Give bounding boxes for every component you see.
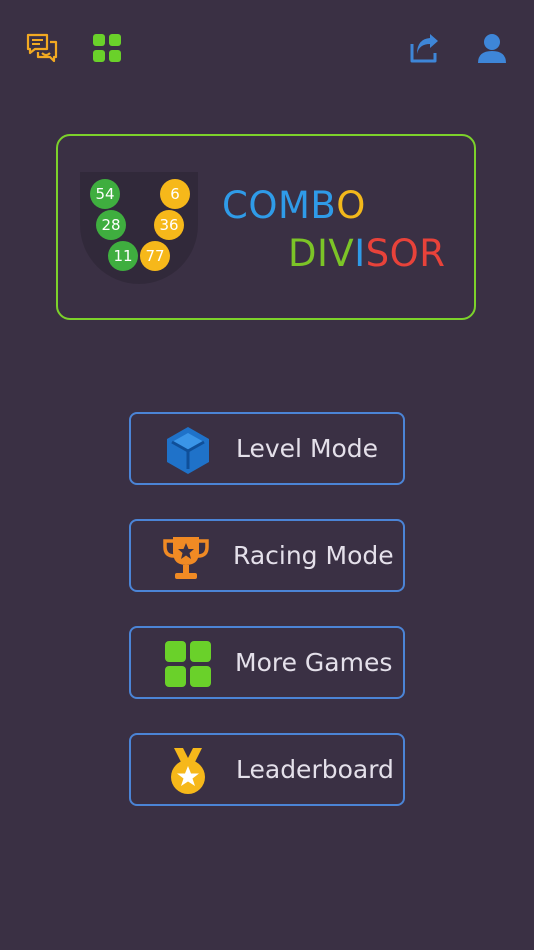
leaderboard-label: Leaderboard <box>236 755 394 784</box>
chat-bubbles-icon <box>26 33 58 63</box>
user-icon <box>478 34 506 63</box>
grid-apps-icon <box>93 34 121 62</box>
number-ball: 36 <box>154 210 184 240</box>
feedback-button[interactable] <box>24 30 60 66</box>
game-title-line1: COMBO <box>222 184 366 227</box>
number-ball: 77 <box>140 241 170 271</box>
number-ball: 11 <box>108 241 138 271</box>
share-button[interactable] <box>406 30 442 66</box>
trophy-icon <box>163 537 209 579</box>
account-button[interactable] <box>474 30 510 66</box>
level-mode-button[interactable]: Level Mode <box>129 412 405 485</box>
racing-mode-label: Racing Mode <box>233 541 394 570</box>
share-icon <box>410 34 438 63</box>
number-ball: 54 <box>90 179 120 209</box>
apps-button[interactable] <box>89 30 125 66</box>
level-mode-label: Level Mode <box>236 434 379 463</box>
more-games-button[interactable]: More Games <box>129 626 405 699</box>
medal-icon <box>171 748 205 794</box>
number-ball: 28 <box>96 210 126 240</box>
racing-mode-button[interactable]: Racing Mode <box>129 519 405 592</box>
cube-icon <box>167 427 209 474</box>
leaderboard-button[interactable]: Leaderboard <box>129 733 405 806</box>
grid-apps-icon <box>165 641 211 687</box>
number-ball: 6 <box>160 179 190 209</box>
game-title-line2: DIVISOR <box>288 232 446 275</box>
more-games-label: More Games <box>235 648 393 677</box>
